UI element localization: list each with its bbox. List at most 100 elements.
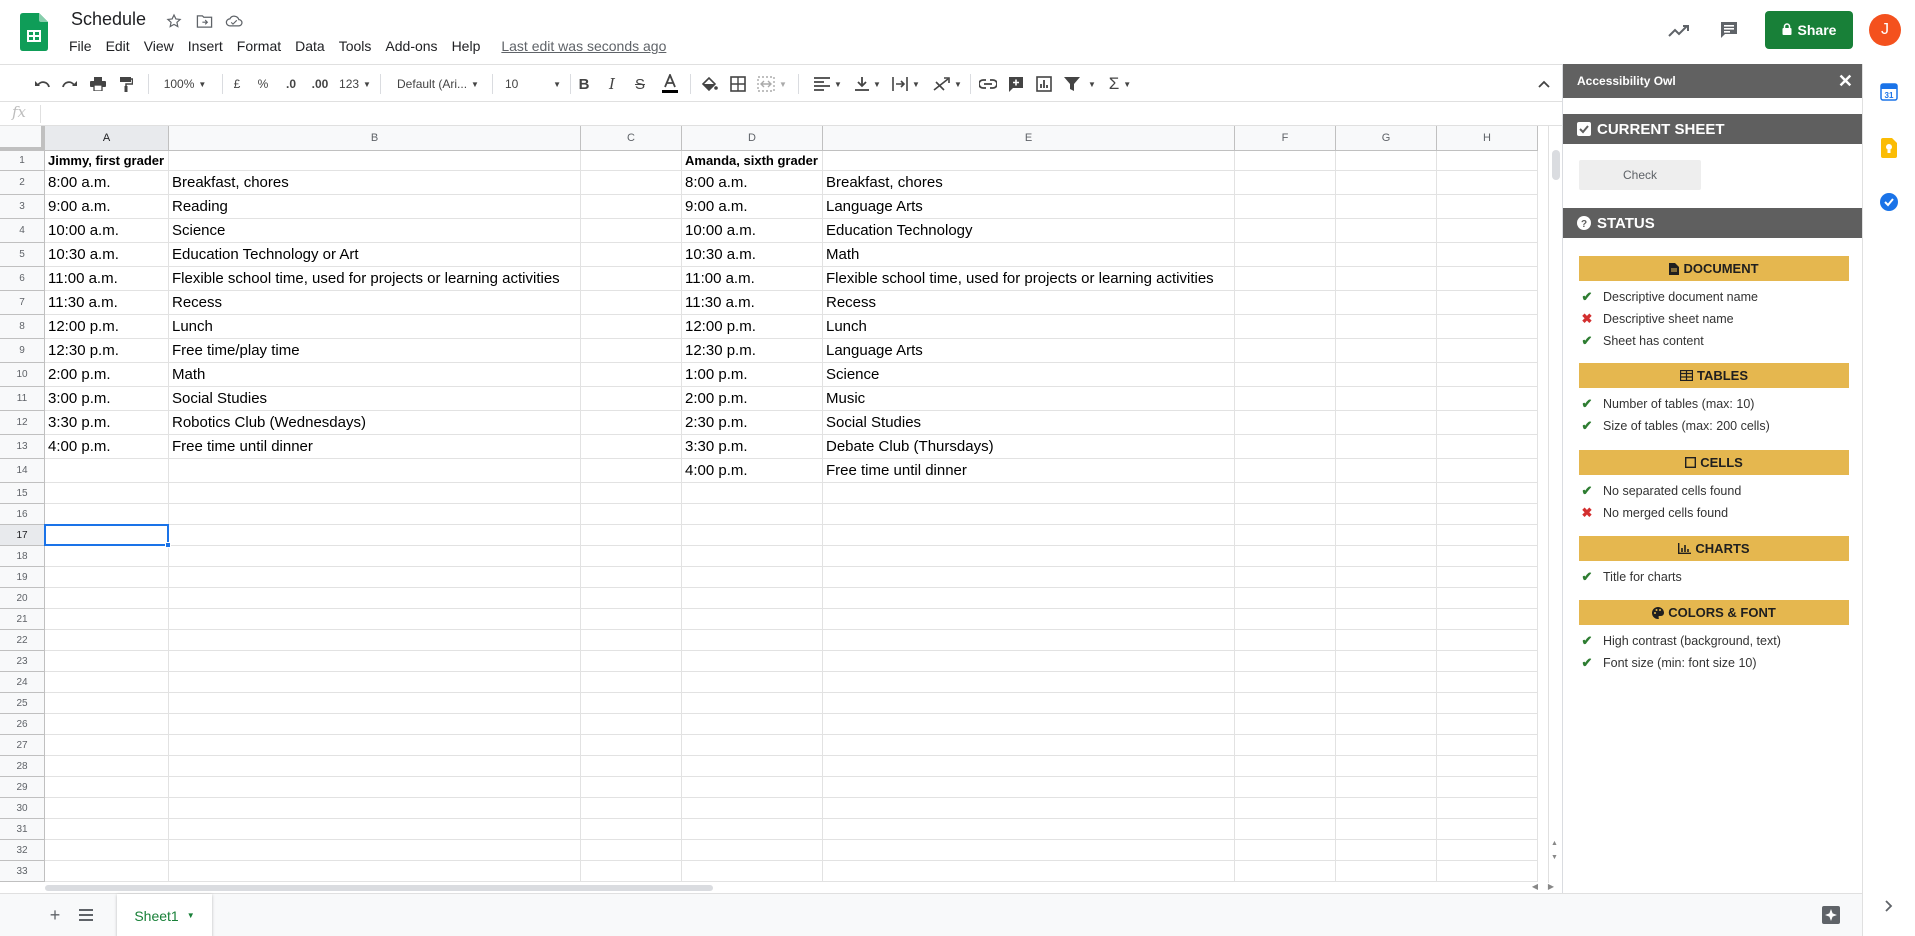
cell[interactable] — [45, 798, 169, 819]
cell[interactable] — [1235, 630, 1336, 651]
cell[interactable] — [682, 756, 823, 777]
cell[interactable] — [682, 798, 823, 819]
cell[interactable] — [1437, 195, 1538, 219]
cell[interactable]: Debate Club (Thursdays) — [823, 435, 1235, 459]
row-header[interactable]: 20 — [0, 588, 45, 609]
row-header[interactable]: 28 — [0, 756, 45, 777]
cell[interactable] — [169, 651, 581, 672]
cell[interactable] — [1437, 267, 1538, 291]
print-icon[interactable] — [86, 65, 110, 103]
add-sheet-icon[interactable]: + — [40, 900, 70, 930]
filter-icon[interactable]: ▼ — [1060, 65, 1100, 103]
cell[interactable] — [1235, 546, 1336, 567]
cell[interactable] — [682, 588, 823, 609]
cell[interactable] — [1336, 840, 1437, 861]
cell[interactable] — [45, 861, 169, 882]
functions-icon[interactable]: Σ ▼ — [1104, 65, 1136, 103]
cell[interactable] — [45, 672, 169, 693]
cell[interactable] — [1437, 567, 1538, 588]
cell[interactable] — [1437, 672, 1538, 693]
cell[interactable] — [823, 693, 1235, 714]
cell[interactable] — [682, 819, 823, 840]
cell[interactable] — [1235, 435, 1336, 459]
cell[interactable] — [1336, 798, 1437, 819]
cell[interactable] — [1336, 735, 1437, 756]
merge-cells-icon[interactable]: ▼ — [754, 65, 790, 103]
cell[interactable] — [1235, 798, 1336, 819]
row-header[interactable]: 23 — [0, 651, 45, 672]
cell[interactable] — [1336, 459, 1437, 483]
cell[interactable] — [169, 609, 581, 630]
cell[interactable]: Breakfast, chores — [823, 171, 1235, 195]
cell[interactable] — [1336, 714, 1437, 735]
row-header[interactable]: 30 — [0, 798, 45, 819]
cell[interactable] — [1437, 546, 1538, 567]
all-sheets-icon[interactable] — [71, 900, 101, 930]
keep-icon[interactable] — [1879, 138, 1899, 158]
cell[interactable]: Free time until dinner — [169, 435, 581, 459]
cell[interactable]: Breakfast, chores — [169, 171, 581, 195]
cell[interactable] — [1235, 195, 1336, 219]
cell[interactable] — [1235, 861, 1336, 882]
cell[interactable] — [1437, 151, 1538, 171]
cell[interactable] — [1336, 756, 1437, 777]
row-header[interactable]: 16 — [0, 504, 45, 525]
cell[interactable]: 11:00 a.m. — [45, 267, 169, 291]
cell[interactable] — [581, 243, 682, 267]
cell[interactable] — [1437, 735, 1538, 756]
cell[interactable]: Math — [169, 363, 581, 387]
cell[interactable] — [823, 483, 1235, 504]
cell[interactable] — [1235, 609, 1336, 630]
cell[interactable] — [1235, 363, 1336, 387]
cell[interactable] — [581, 672, 682, 693]
cell[interactable] — [1336, 609, 1437, 630]
cell[interactable]: 2:00 p.m. — [682, 387, 823, 411]
row-header[interactable]: 5 — [0, 243, 45, 267]
cell[interactable] — [682, 525, 823, 546]
chevron-right-icon[interactable] — [1879, 896, 1899, 916]
cell[interactable]: Robotics Club (Wednesdays) — [169, 411, 581, 435]
insert-comment-icon[interactable] — [1004, 65, 1028, 103]
cell[interactable] — [581, 171, 682, 195]
row-header[interactable]: 10 — [0, 363, 45, 387]
cell[interactable] — [581, 693, 682, 714]
cell[interactable] — [1235, 339, 1336, 363]
cell[interactable] — [682, 840, 823, 861]
text-wrapping-icon[interactable]: ▼ — [890, 65, 922, 103]
cell[interactable] — [1336, 630, 1437, 651]
cell[interactable] — [1336, 195, 1437, 219]
document-title[interactable]: Schedule — [71, 9, 146, 30]
cell[interactable] — [1336, 151, 1437, 171]
cell[interactable] — [1437, 525, 1538, 546]
cell[interactable] — [823, 630, 1235, 651]
cell[interactable] — [1235, 588, 1336, 609]
menu-view[interactable]: View — [137, 36, 181, 56]
cell[interactable] — [1336, 693, 1437, 714]
cell[interactable] — [1235, 411, 1336, 435]
cell[interactable] — [823, 588, 1235, 609]
cell[interactable]: Free time/play time — [169, 339, 581, 363]
cell[interactable]: 2:00 p.m. — [45, 363, 169, 387]
more-formats-select[interactable]: 123 ▼ — [338, 65, 372, 103]
cell[interactable] — [1235, 525, 1336, 546]
row-header[interactable]: 14 — [0, 459, 45, 483]
cell[interactable] — [1336, 435, 1437, 459]
cell[interactable] — [45, 735, 169, 756]
cell[interactable] — [682, 861, 823, 882]
cell[interactable] — [1437, 861, 1538, 882]
cell[interactable]: 10:30 a.m. — [682, 243, 823, 267]
cell[interactable] — [1235, 504, 1336, 525]
cell[interactable]: Math — [823, 243, 1235, 267]
cell[interactable] — [1437, 588, 1538, 609]
cell[interactable] — [1235, 387, 1336, 411]
cell[interactable]: 10:00 a.m. — [45, 219, 169, 243]
text-color-icon[interactable] — [658, 65, 682, 103]
cell[interactable]: Recess — [169, 291, 581, 315]
cell[interactable] — [1437, 243, 1538, 267]
cell[interactable] — [1235, 459, 1336, 483]
cell[interactable] — [1336, 567, 1437, 588]
cell[interactable] — [1437, 219, 1538, 243]
cell[interactable]: Lunch — [823, 315, 1235, 339]
cell[interactable] — [1235, 735, 1336, 756]
column-header-c[interactable]: C — [581, 126, 682, 151]
